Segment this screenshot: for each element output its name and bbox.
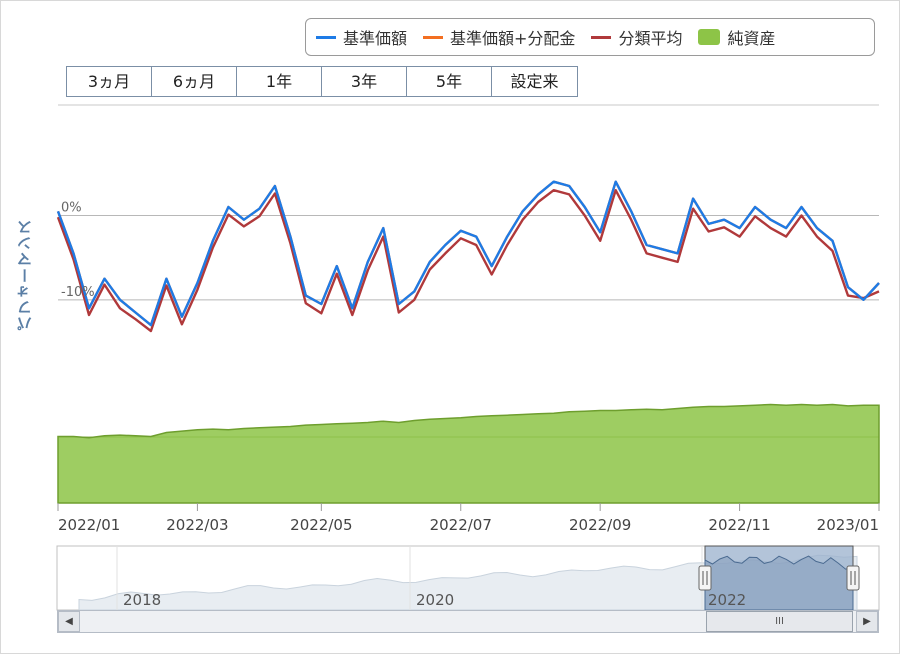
nav-dividend-series-line — [56, 180, 880, 327]
net-assets-area — [57, 403, 880, 504]
right-arrow-icon[interactable]: ▶ — [856, 611, 878, 632]
left-arrow-icon[interactable]: ◀ — [58, 611, 80, 632]
performance-chart: 0% -10% 2022/01 2022/03 2022/05 2022/07 2022/0… — [56, 104, 880, 611]
y-tick-label: -10% — [61, 285, 95, 300]
scrollbar-thumb[interactable]: III — [706, 611, 853, 632]
navigator-handle-left — [698, 565, 712, 591]
category-average-series-line — [56, 188, 880, 333]
navigator-year-label: 2018 — [123, 591, 161, 609]
x-tick-label: 2022/01 — [58, 516, 120, 534]
x-tick-label: 2022/09 — [569, 516, 631, 534]
navigator-handle-right — [846, 565, 860, 591]
x-tick-label: 2022/05 — [290, 516, 352, 534]
x-tick-label: 2022/11 — [708, 516, 770, 534]
y-tick-label: 0% — [61, 200, 82, 215]
navigator-scrollbar[interactable]: ◀ III ▶ — [57, 610, 879, 633]
x-tick-label: 2022/03 — [166, 516, 228, 534]
nav-series-line — [56, 180, 880, 327]
navigator-year-label: 2020 — [416, 591, 454, 609]
navigator-year-label: 2022 — [708, 591, 746, 609]
x-tick-label: 2022/07 — [430, 516, 492, 534]
x-tick-label: 2023/01 — [817, 516, 879, 534]
